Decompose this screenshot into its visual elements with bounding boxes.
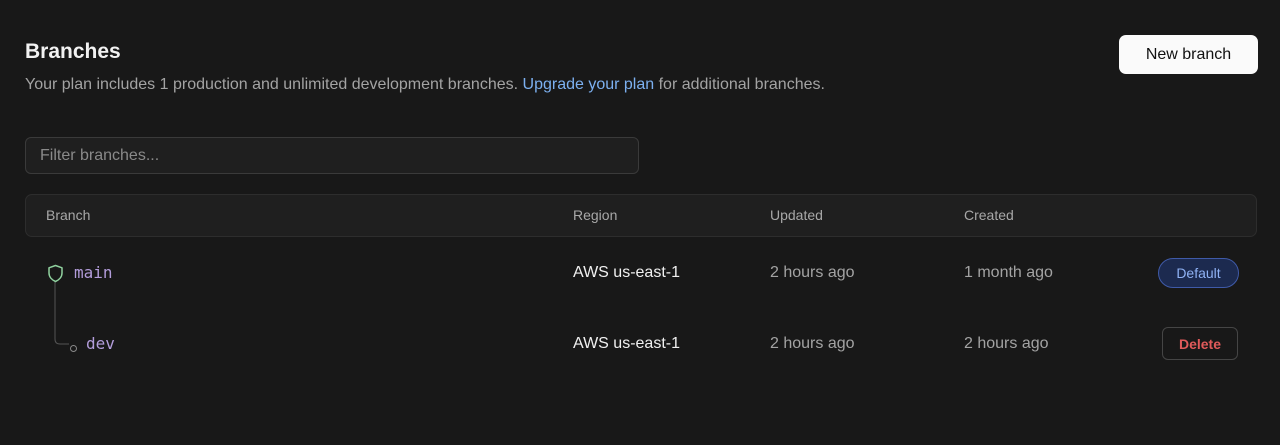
page-subtitle: Your plan includes 1 production and unli…: [25, 74, 825, 96]
column-header-created: Created: [964, 207, 1014, 223]
table-header: Branch Region Updated Created: [25, 194, 1257, 237]
new-branch-button[interactable]: New branch: [1119, 35, 1258, 74]
branch-created: 2 hours ago: [964, 335, 1049, 352]
branch-name[interactable]: main: [74, 253, 113, 293]
shield-icon: [47, 264, 64, 283]
table-row[interactable]: main AWS us-east-1 2 hours ago 1 month a…: [0, 253, 1280, 293]
page-header: Branches Your plan includes 1 production…: [25, 38, 825, 96]
upgrade-plan-link[interactable]: Upgrade your plan: [523, 76, 655, 93]
branch-updated: 2 hours ago: [770, 335, 855, 352]
table-row[interactable]: dev AWS us-east-1 2 hours ago 2 hours ag…: [0, 324, 1280, 364]
page-title: Branches: [25, 40, 121, 63]
branch-updated: 2 hours ago: [770, 264, 855, 281]
branch-node-icon: [69, 340, 78, 352]
column-header-region: Region: [573, 207, 618, 223]
branch-region: AWS us-east-1: [573, 264, 680, 281]
delete-branch-button[interactable]: Delete: [1162, 327, 1238, 360]
branch-tree-connector-icon: [54, 281, 69, 345]
branch-name[interactable]: dev: [86, 324, 115, 364]
default-badge: Default: [1158, 258, 1239, 288]
branch-created: 1 month ago: [964, 264, 1053, 281]
branches-page: Branches Your plan includes 1 production…: [0, 0, 1280, 445]
column-header-updated: Updated: [770, 207, 823, 223]
subtitle-suffix: for additional branches.: [654, 76, 825, 93]
branch-region: AWS us-east-1: [573, 335, 680, 352]
filter-branches-input[interactable]: [25, 137, 639, 174]
